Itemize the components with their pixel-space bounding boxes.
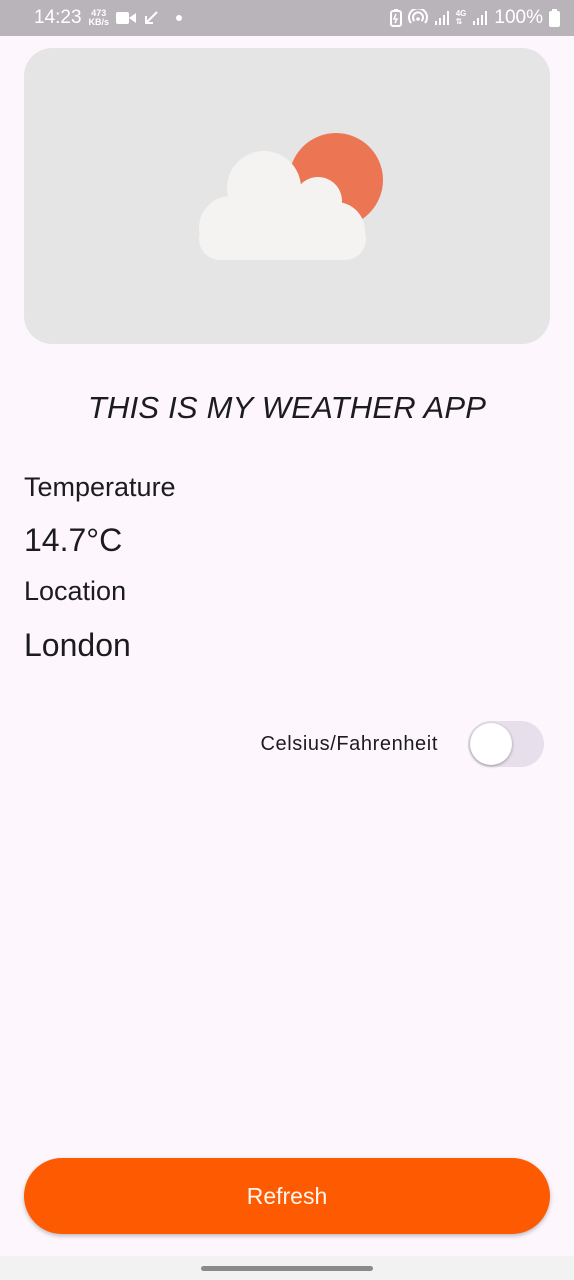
video-icon [116, 11, 137, 25]
network-speed: 473 KB/s [89, 9, 110, 27]
battery-saver-icon [389, 9, 402, 27]
hotspot-icon [407, 9, 428, 27]
switch-thumb[interactable] [470, 723, 512, 765]
location-value: London [24, 627, 131, 663]
app-title: THIS IS MY WEATHER APP [87, 390, 487, 425]
weather-hero-card [24, 48, 550, 344]
network-speed-unit: KB/s [88, 17, 110, 27]
temperature-label: Temperature [24, 472, 176, 502]
data-arrows-icon: ⇅ [455, 17, 463, 26]
notification-dot-icon [176, 15, 183, 21]
units-toggle-switch[interactable] [468, 721, 544, 767]
call-arrow-icon [143, 10, 159, 26]
partly-cloudy-icon [199, 133, 383, 260]
battery-percent: 100% [494, 7, 543, 28]
units-toggle-label: Celsius/Fahrenheit [260, 732, 438, 755]
navigation-bar [0, 1256, 574, 1280]
home-indicator[interactable] [201, 1266, 373, 1271]
network-type: 4G ⇅ [456, 10, 467, 26]
temperature-value: 14.7°C [24, 522, 123, 558]
signal-icon [434, 10, 450, 26]
status-bar: 14:23 473 KB/s 4G ⇅ 100% [0, 0, 574, 36]
units-toggle-row: Celsius/Fahrenheit [260, 720, 544, 768]
battery-icon [549, 9, 560, 27]
signal-icon [472, 10, 488, 26]
refresh-button[interactable]: Refresh [24, 1158, 550, 1234]
status-time: 14:23 [34, 7, 82, 28]
location-label: Location [24, 576, 127, 606]
